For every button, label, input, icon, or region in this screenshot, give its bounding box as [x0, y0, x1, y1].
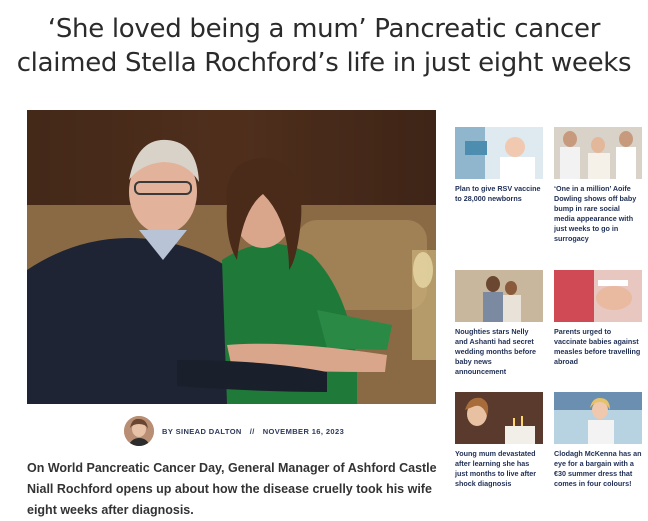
related-title[interactable]: Noughties stars Nelly and Ashanti had se… — [455, 327, 543, 377]
related-card[interactable]: Plan to give RSV vaccine to 28,000 newbo… — [455, 127, 543, 204]
article-byline: BY SINEAD DALTON // NOVEMBER 16, 2023 — [124, 415, 344, 447]
related-thumb[interactable] — [554, 127, 642, 179]
article-lede: On World Pancreatic Cancer Day, General … — [27, 461, 437, 517]
related-thumb[interactable] — [554, 392, 642, 444]
headline-line-2: claimed Stella Rochford’s life in just e… — [16, 48, 632, 78]
related-thumb[interactable] — [554, 270, 642, 322]
publish-date: NOVEMBER 16, 2023 — [262, 426, 345, 436]
related-card[interactable]: Young mum devastated after learning she … — [455, 392, 543, 489]
related-title[interactable]: Clodagh McKenna has an eye for a bargain… — [554, 449, 642, 489]
article-headline: ‘She loved being a mum’ Pancreatic cance… — [10, 12, 638, 80]
byline-separator: // — [249, 426, 255, 436]
related-card[interactable]: Noughties stars Nelly and Ashanti had se… — [455, 270, 543, 377]
related-thumb[interactable] — [455, 270, 543, 322]
author-avatar[interactable] — [124, 416, 154, 446]
related-title[interactable]: Plan to give RSV vaccine to 28,000 newbo… — [455, 184, 543, 204]
related-card[interactable]: Parents urged to vaccinate babies agains… — [554, 270, 642, 367]
related-thumb[interactable] — [455, 127, 543, 179]
related-card[interactable]: Clodagh McKenna has an eye for a bargain… — [554, 392, 642, 489]
related-title[interactable]: Young mum devastated after learning she … — [455, 449, 543, 489]
related-thumb[interactable] — [455, 392, 543, 444]
related-title[interactable]: ‘One in a million’ Aoife Dowling shows o… — [554, 184, 642, 244]
related-card[interactable]: ‘One in a million’ Aoife Dowling shows o… — [554, 127, 642, 244]
author-name[interactable]: BY SINEAD DALTON — [162, 427, 242, 436]
related-title[interactable]: Parents urged to vaccinate babies agains… — [554, 327, 642, 367]
hero-photo — [27, 110, 436, 404]
headline-line-1: ‘She loved being a mum’ Pancreatic cance… — [47, 14, 601, 44]
